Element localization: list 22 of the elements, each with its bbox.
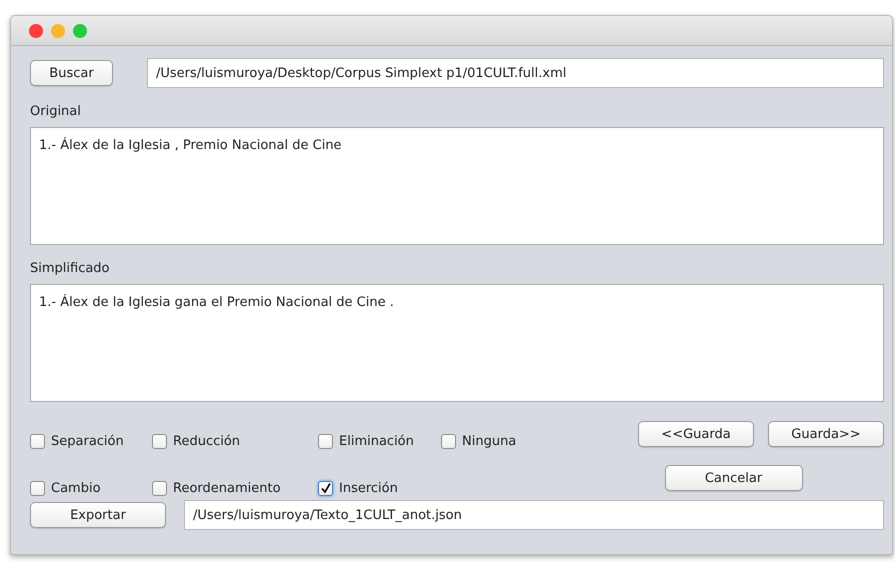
export-path-field[interactable]: /Users/luismuroya/Texto_1CULT_anot.json (184, 500, 884, 530)
window-control-button[interactable] (73, 24, 87, 38)
checkbox-option[interactable]: Reducción (152, 434, 318, 448)
checkbox-option[interactable]: Separación (30, 434, 152, 448)
original-text-area[interactable]: 1.- Álex de la Iglesia , Premio Nacional de Cine (30, 127, 884, 245)
window-control-button[interactable] (29, 24, 43, 38)
simplified-text-area[interactable]: 1.- Álex de la Iglesia gana el Premio Nacional de Cine . (30, 284, 884, 402)
save-button[interactable]: Guarda>> (768, 421, 884, 447)
export-button[interactable]: Exportar (30, 502, 166, 528)
original-label: Original (30, 103, 81, 121)
cancel-button[interactable]: Cancelar (664, 465, 802, 491)
checkbox-option[interactable]: Reordenamiento (152, 480, 318, 496)
checkbox-option[interactable]: Cambio (30, 480, 152, 496)
save-button[interactable]: <<Guarda (638, 421, 754, 447)
simplified-label: Simplificado (30, 260, 110, 278)
checkbox-option[interactable]: Inserción (318, 480, 441, 496)
check-icon (320, 482, 332, 494)
checkbox-option[interactable]: Ninguna (441, 434, 516, 448)
file-path-field[interactable]: /Users/luismuroya/Desktop/Corpus Simplext p1/01CULT.full.xml (147, 58, 884, 88)
window-control-button[interactable] (51, 24, 65, 38)
checkbox-option[interactable]: Eliminación (318, 434, 441, 448)
search-button[interactable]: Buscar (30, 60, 113, 86)
